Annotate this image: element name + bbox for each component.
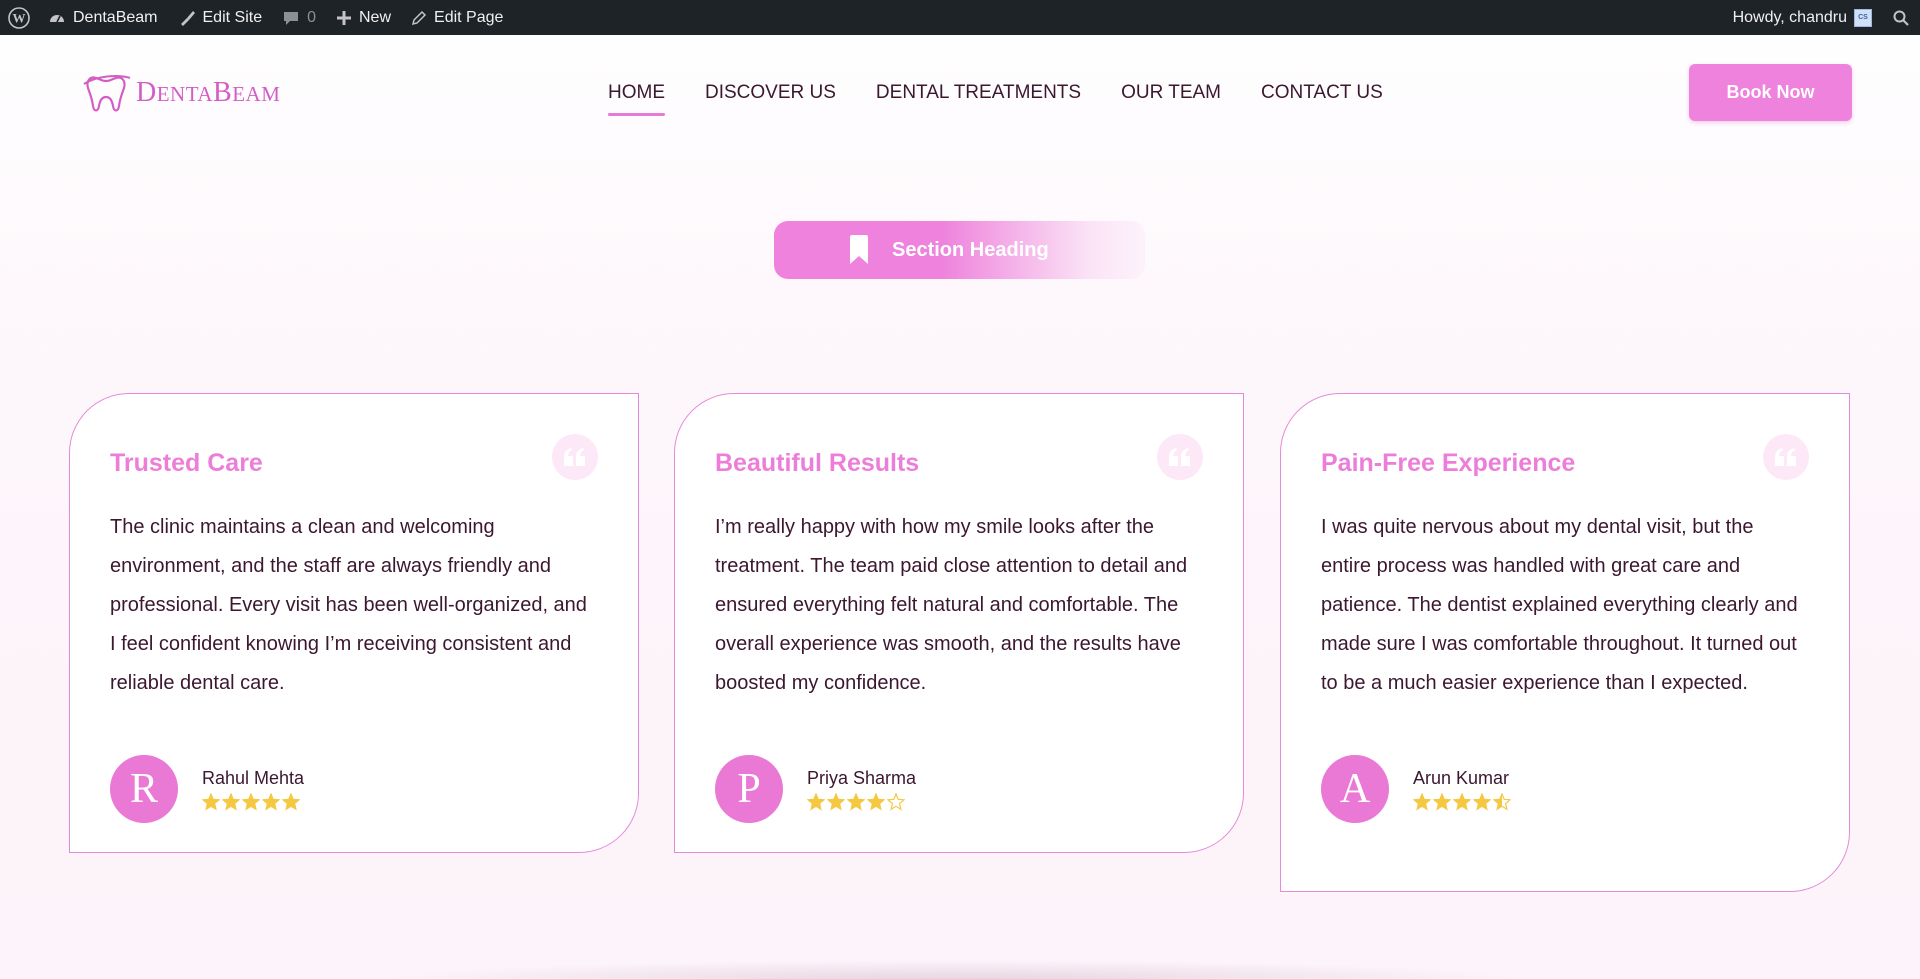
section-heading: Section Heading <box>892 238 1049 261</box>
main-nav: HOME DISCOVER US DENTAL TREATMENTS OUR T… <box>608 82 1383 116</box>
next-section-shadow <box>380 960 1530 979</box>
book-now-button[interactable]: Book Now <box>1689 64 1852 121</box>
testimonial-title: Trusted Care <box>110 449 263 477</box>
reviewer-name: Priya Sharma <box>807 767 917 788</box>
star-full-icon <box>202 792 220 811</box>
nav-discover-us[interactable]: DISCOVER US <box>705 82 836 112</box>
star-full-icon <box>827 792 845 811</box>
admin-bar: W DentaBeam Edit Site 0 New Edit Page Ho… <box>0 0 1920 35</box>
logo-wordmark: DENTABEAM <box>136 77 281 108</box>
admin-edit-page-link[interactable]: Edit Page <box>401 0 513 35</box>
testimonial-card: Pain-Free Experience I was quite nervous… <box>1280 393 1850 892</box>
admin-edit-site-link[interactable]: Edit Site <box>168 0 273 35</box>
star-full-icon <box>867 792 885 811</box>
star-full-icon <box>807 792 825 811</box>
wordpress-logo-icon[interactable]: W <box>0 0 38 35</box>
reviewer-name: Rahul Mehta <box>202 767 305 788</box>
star-rating <box>202 792 304 811</box>
testimonial-text: The clinic maintains a clean and welcomi… <box>110 516 587 694</box>
brush-icon <box>180 10 195 26</box>
star-rating <box>807 792 916 811</box>
star-full-icon <box>1453 792 1471 811</box>
site-logo[interactable]: DENTABEAM <box>82 72 280 114</box>
admin-comments-link[interactable]: 0 <box>272 0 326 35</box>
star-full-icon <box>282 792 300 811</box>
admin-new-label: New <box>359 8 392 26</box>
star-empty-icon <box>887 792 905 811</box>
nav-contact-us[interactable]: CONTACT US <box>1261 82 1383 112</box>
admin-site-name: DentaBeam <box>73 8 158 26</box>
admin-site-link[interactable]: DentaBeam <box>38 0 168 35</box>
nav-dental-treatments[interactable]: DENTAL TREATMENTS <box>876 82 1081 112</box>
bookmark-icon <box>850 235 868 264</box>
avatar: R <box>110 755 178 823</box>
quote-icon <box>1157 434 1203 480</box>
star-full-icon <box>847 792 865 811</box>
admin-greeting: Howdy, chandru <box>1732 8 1847 26</box>
testimonial-card: Trusted Care The clinic maintains a clea… <box>69 393 639 853</box>
reviewer: A Arun Kumar <box>1321 755 1809 823</box>
admin-avatar: CS <box>1854 8 1872 27</box>
plus-icon <box>337 10 351 25</box>
reviewer-name: Arun Kumar <box>1413 767 1510 788</box>
admin-edit-page-label: Edit Page <box>434 8 504 26</box>
tooth-logo-icon <box>83 75 131 112</box>
admin-new-link[interactable]: New <box>326 0 401 35</box>
avatar: A <box>1321 755 1389 823</box>
star-rating <box>1413 792 1511 811</box>
svg-text:W: W <box>13 10 26 25</box>
star-half-icon <box>1493 792 1511 811</box>
star-full-icon <box>242 792 260 811</box>
admin-comments-count: 0 <box>307 8 316 26</box>
nav-home[interactable]: HOME <box>608 82 665 116</box>
admin-account-menu[interactable]: Howdy, chandru CS <box>1723 0 1882 35</box>
reviewer: P Priya Sharma <box>715 755 1203 823</box>
star-full-icon <box>222 792 240 811</box>
pencil-icon <box>411 10 427 25</box>
testimonial-card: Beautiful Results I’m really happy with … <box>674 393 1244 853</box>
star-full-icon <box>1473 792 1491 811</box>
quote-icon <box>552 434 598 480</box>
dashboard-icon <box>50 14 64 22</box>
star-full-icon <box>1413 792 1431 811</box>
avatar: P <box>715 755 783 823</box>
testimonial-text: I’m really happy with how my smile looks… <box>715 516 1188 694</box>
star-full-icon <box>1433 792 1451 811</box>
testimonial-title: Pain-Free Experience <box>1321 449 1576 477</box>
reviewer: R Rahul Mehta <box>110 755 598 823</box>
nav-our-team[interactable]: OUR TEAM <box>1121 82 1221 112</box>
comment-icon <box>284 11 299 25</box>
section-heading-pill: Section Heading <box>774 221 1145 279</box>
quote-icon <box>1763 434 1809 480</box>
admin-search-icon[interactable] <box>1882 0 1920 35</box>
testimonial-text: I was quite nervous about my dental visi… <box>1321 516 1798 694</box>
admin-edit-site-label: Edit Site <box>202 8 263 26</box>
testimonial-title: Beautiful Results <box>715 449 920 477</box>
star-full-icon <box>262 792 280 811</box>
